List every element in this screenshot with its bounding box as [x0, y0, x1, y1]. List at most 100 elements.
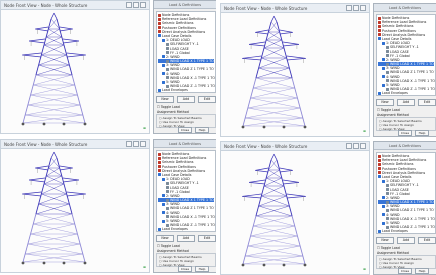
viewport-window[interactable]: Node Front View - Node - Whole Structure…	[220, 3, 370, 137]
tower-brace	[41, 54, 70, 66]
edit-button[interactable]: Edit	[418, 99, 436, 106]
tower-brace	[266, 177, 285, 187]
tree-item[interactable]: Load Envelopes	[378, 229, 434, 233]
toggle-load-checkbox[interactable]: ☐ Toggle Load	[157, 105, 180, 109]
load-tree[interactable]: Node Definitions Reference Load Definitio…	[376, 14, 436, 96]
close-button[interactable]: Close	[398, 130, 412, 136]
tower-leg	[79, 104, 84, 116]
cross-arm	[282, 41, 299, 45]
tree-node-icon	[166, 223, 169, 227]
maximize-icon[interactable]	[133, 141, 139, 147]
tree-node-icon	[166, 181, 169, 185]
tree-item-label: Load Envelopes	[382, 91, 408, 96]
maximize-icon[interactable]	[353, 5, 359, 11]
tree-node-icon	[386, 79, 389, 83]
toggle-load-checkbox[interactable]: ☐ Toggle Load	[157, 244, 180, 248]
load-tree[interactable]: Node Definitions Reference Load Definitio…	[376, 152, 436, 234]
tree-item[interactable]: Load Envelopes	[158, 88, 214, 92]
toggle-load-checkbox[interactable]: ☐ Toggle Load	[377, 108, 400, 112]
tree-button-row: New Add Edit	[376, 237, 436, 244]
tower-leg	[302, 117, 306, 127]
close-icon[interactable]	[360, 5, 366, 11]
add-button[interactable]: Add	[177, 235, 195, 242]
toggle-load-label: Toggle Load	[160, 105, 180, 109]
help-button[interactable]: Help	[415, 130, 429, 136]
cross-arm	[29, 177, 46, 181]
tree-item[interactable]: Load Envelopes	[378, 91, 434, 95]
cross-arm	[66, 52, 86, 56]
support-node	[83, 122, 87, 126]
minimize-icon[interactable]	[346, 5, 352, 11]
screenshot-quadrant: Node Front View - Node - Whole Structure…	[220, 3, 436, 137]
tower-peak	[273, 15, 278, 23]
add-button[interactable]: Add	[397, 99, 415, 106]
tower-model[interactable]	[239, 152, 309, 270]
cross-arm	[249, 182, 266, 185]
cross-arm	[62, 38, 79, 42]
close-button[interactable]: Close	[398, 268, 412, 274]
tower-brace	[247, 235, 298, 247]
new-button[interactable]: New	[156, 96, 174, 103]
tree-node-icon	[378, 158, 381, 162]
close-button[interactable]: Close	[178, 266, 192, 272]
tree-node-icon	[386, 217, 389, 221]
tree-node-icon	[386, 54, 389, 58]
tower-brace	[35, 64, 70, 76]
maximize-icon[interactable]	[133, 2, 139, 8]
tree-node-icon	[378, 167, 381, 171]
tower-leg	[63, 183, 68, 195]
close-icon[interactable]	[360, 143, 366, 149]
tower-peak	[53, 151, 58, 159]
tree-node-icon	[386, 50, 389, 53]
help-button[interactable]: Help	[195, 127, 209, 133]
tree-node-icon	[158, 13, 161, 17]
tower-leg	[297, 97, 301, 109]
tower-model[interactable]	[239, 14, 309, 132]
toggle-load-checkbox[interactable]: ☐ Toggle Load	[377, 246, 400, 250]
help-button[interactable]: Help	[415, 268, 429, 274]
tower-leg	[291, 77, 296, 89]
viewport-window[interactable]: Node Front View - Node - Whole Structure…	[220, 141, 370, 275]
add-button[interactable]: Add	[177, 96, 195, 103]
new-button[interactable]: New	[156, 235, 174, 242]
support-node	[42, 122, 46, 126]
tree-node-icon	[166, 76, 169, 80]
tower-brace	[43, 183, 67, 195]
edit-button[interactable]: Edit	[198, 96, 216, 103]
dialog-footer: Close Help	[388, 130, 434, 136]
assignment-method-group: ○ Assign To Selected Beams ○ Use Cursor …	[156, 253, 216, 267]
add-button[interactable]: Add	[397, 237, 415, 244]
tower-leg	[294, 87, 298, 99]
tree-node-icon	[382, 204, 385, 208]
tree-item[interactable]: Load Envelopes	[158, 227, 214, 231]
minimize-icon[interactable]	[126, 2, 132, 8]
cross-arm	[249, 179, 266, 183]
tower-brace	[43, 36, 62, 46]
new-button[interactable]: New	[376, 99, 394, 106]
tower-model[interactable]	[19, 150, 89, 268]
new-button[interactable]: New	[376, 237, 394, 244]
load-tree[interactable]: Node Definitions Reference Load Definitio…	[156, 11, 216, 93]
tree-node-icon	[162, 72, 165, 76]
maximize-icon[interactable]	[353, 143, 359, 149]
help-button[interactable]: Help	[195, 266, 209, 272]
edit-button[interactable]: Edit	[418, 237, 436, 244]
tower-brace	[245, 245, 301, 257]
minimize-icon[interactable]	[346, 143, 352, 149]
close-icon[interactable]	[140, 2, 146, 8]
tree-node-icon	[158, 165, 161, 169]
load-definitions-panel: Load & Definitions Node Definitions Refer…	[153, 139, 216, 273]
viewport-window[interactable]: Node Front View - Node - Whole Structure…	[0, 0, 150, 134]
close-icon[interactable]	[140, 141, 146, 147]
minimize-icon[interactable]	[126, 141, 132, 147]
tower-brace	[242, 255, 303, 265]
cross-arm	[66, 54, 86, 58]
tree-node-icon	[378, 33, 381, 37]
viewport-window[interactable]: Node Front View - Node - Whole Structure…	[0, 139, 150, 273]
close-button[interactable]: Close	[178, 127, 192, 133]
tower-leg	[288, 67, 293, 79]
tower-model[interactable]	[19, 11, 89, 129]
load-tree[interactable]: Node Definitions Reference Load Definitio…	[156, 150, 216, 232]
cross-arm	[249, 44, 266, 47]
edit-button[interactable]: Edit	[198, 235, 216, 242]
